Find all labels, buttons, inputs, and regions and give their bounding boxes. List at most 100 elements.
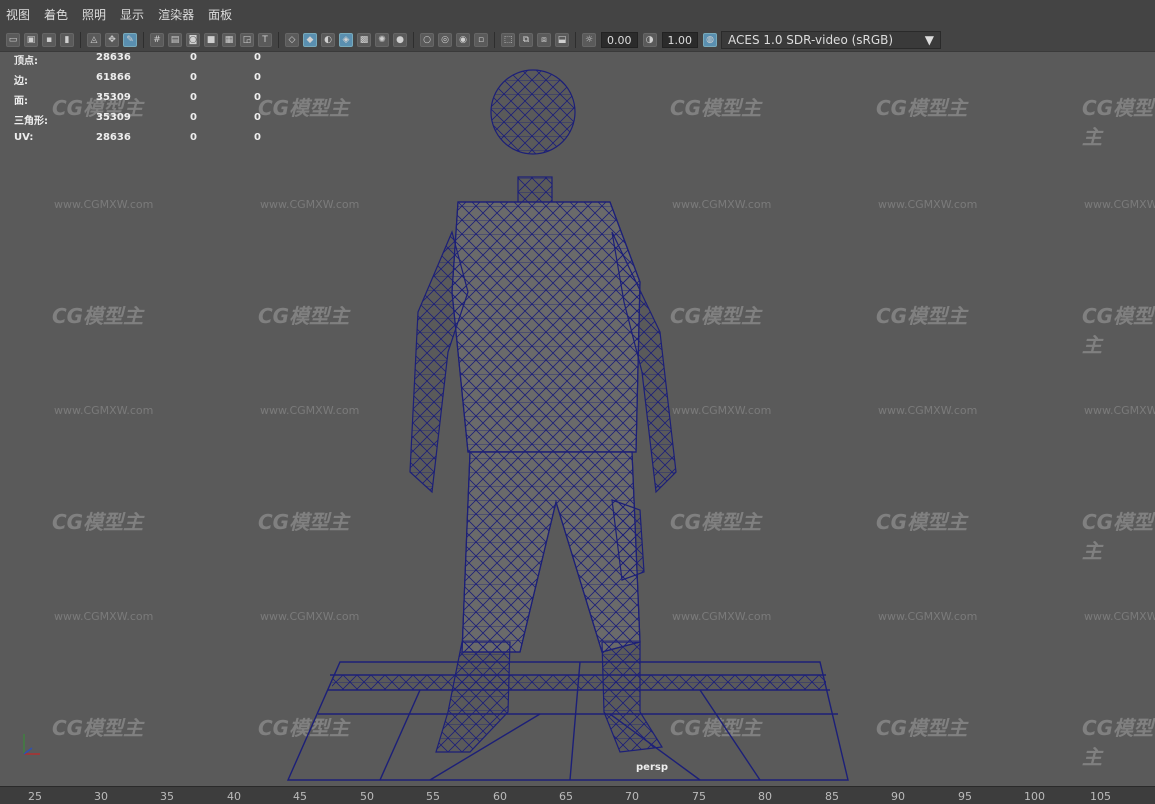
resolution-gate-icon[interactable]: ◙ <box>186 32 200 47</box>
time-ruler[interactable]: 25 30 35 40 45 50 55 60 65 70 75 80 85 9… <box>0 786 1155 804</box>
axis-gizmo-icon <box>23 734 40 755</box>
ruler-tick: 30 <box>94 790 108 803</box>
hud-value: 0 <box>190 72 197 83</box>
exposure-icon[interactable]: ☼ <box>582 32 596 47</box>
separator <box>143 31 144 48</box>
color-management-icon[interactable]: ◍ <box>703 32 717 47</box>
depth-of-field-icon[interactable]: ▫ <box>474 32 488 47</box>
menu-bar: 视图 着色 照明 显示 渲染器 面板 <box>0 0 1155 28</box>
gamma-icon[interactable]: ◑ <box>642 32 657 47</box>
camera-attributes-icon[interactable]: ▪ <box>42 32 56 47</box>
platform-grating <box>332 675 826 690</box>
grid-icon[interactable]: # <box>150 32 164 47</box>
wireframe-model[interactable] <box>0 52 1155 786</box>
hud-row-triangles: 三角形: 35309 0 0 <box>14 112 284 132</box>
menu-lighting[interactable]: 照明 <box>82 6 106 23</box>
hud-value: 0 <box>190 52 197 63</box>
hud-label: 面: <box>14 96 28 107</box>
hud-label: UV: <box>14 132 34 143</box>
hud-row-vertices: 顶点: 28636 0 0 <box>14 52 284 72</box>
perspective-viewport[interactable]: CG模型主 CG模型主 CG模型主 CG模型主 CG模型主 www.CGMXW.… <box>0 52 1155 786</box>
color-space-value: ACES 1.0 SDR-video (sRGB) <box>728 32 894 47</box>
hud-value: 0 <box>254 112 261 123</box>
separator <box>278 31 279 48</box>
ruler-tick: 80 <box>758 790 772 803</box>
gate-mask-icon[interactable]: ■ <box>204 32 218 47</box>
gamma-field[interactable]: 1.00 <box>661 31 698 48</box>
ruler-tick: 45 <box>293 790 307 803</box>
xray-joints-icon[interactable]: ⬓ <box>555 32 569 47</box>
field-chart-icon[interactable]: ▦ <box>222 32 236 47</box>
menu-renderer[interactable]: 渲染器 <box>158 6 194 23</box>
character-mesh <box>409 69 677 753</box>
motion-blur-icon[interactable]: ◎ <box>438 32 452 47</box>
ruler-tick: 85 <box>825 790 839 803</box>
hud-value: 61866 <box>96 72 131 83</box>
ambient-occlusion-icon[interactable]: ○ <box>420 32 434 47</box>
hud-value: 28636 <box>96 132 131 143</box>
ruler-tick: 35 <box>160 790 174 803</box>
wireframe-icon[interactable]: ◇ <box>285 32 299 47</box>
ruler-tick: 25 <box>28 790 42 803</box>
lights-icon[interactable]: ✺ <box>375 32 389 47</box>
menu-panels[interactable]: 面板 <box>208 6 232 23</box>
poly-count-hud: 顶点: 28636 0 0 边: 61866 0 0 面: 35309 0 0 … <box>14 52 284 152</box>
2d-pan-zoom-icon[interactable]: ✥ <box>105 32 119 47</box>
hud-label: 顶点: <box>14 56 38 67</box>
isolate-select-icon[interactable]: ⬚ <box>501 32 515 47</box>
smooth-shade-icon[interactable]: ◆ <box>303 32 317 47</box>
camera-lock-icon[interactable]: ▣ <box>24 32 38 47</box>
hud-value: 0 <box>254 92 261 103</box>
ruler-tick: 100 <box>1024 790 1045 803</box>
separator <box>413 31 414 48</box>
hud-value: 0 <box>190 112 197 123</box>
separator <box>494 31 495 48</box>
ruler-tick: 50 <box>360 790 374 803</box>
hud-row-edges: 边: 61866 0 0 <box>14 72 284 92</box>
hud-value: 0 <box>254 52 261 63</box>
hud-value: 0 <box>254 132 261 143</box>
bookmark-icon[interactable]: ▮ <box>60 32 74 47</box>
film-gate-icon[interactable]: ▤ <box>168 32 182 47</box>
ruler-tick: 90 <box>891 790 905 803</box>
hud-value: 35309 <box>96 112 131 123</box>
ruler-tick: 75 <box>692 790 706 803</box>
anti-aliasing-icon[interactable]: ◉ <box>456 32 470 47</box>
grease-pencil-icon[interactable]: ✎ <box>123 32 137 47</box>
chevron-down-icon: ▼ <box>924 32 934 47</box>
hud-label: 边: <box>14 76 28 87</box>
default-material-icon[interactable]: ◐ <box>321 32 335 47</box>
xray-active-components-icon[interactable]: ⧈ <box>537 32 551 47</box>
menu-view[interactable]: 视图 <box>6 6 30 23</box>
hud-value: 28636 <box>96 52 131 63</box>
image-plane-icon[interactable]: ◬ <box>87 32 101 47</box>
separator <box>575 31 576 48</box>
ruler-tick: 60 <box>493 790 507 803</box>
ruler-tick: 40 <box>227 790 241 803</box>
ruler-tick: 65 <box>559 790 573 803</box>
shadows-icon[interactable]: ● <box>393 32 407 47</box>
wireframe-on-shaded-icon[interactable]: ◈ <box>339 32 353 47</box>
hud-row-faces: 面: 35309 0 0 <box>14 92 284 112</box>
camera-icon[interactable]: ▭ <box>6 32 20 47</box>
ruler-tick: 105 <box>1090 790 1111 803</box>
menu-shading[interactable]: 着色 <box>44 6 68 23</box>
hud-row-uvs: UV: 28636 0 0 <box>14 132 284 152</box>
exposure-field[interactable]: 0.00 <box>601 31 638 48</box>
safe-title-icon[interactable]: T <box>258 32 272 47</box>
color-space-dropdown[interactable]: ACES 1.0 SDR-video (sRGB) ▼ <box>721 30 941 49</box>
ruler-tick: 95 <box>958 790 972 803</box>
hud-value: 0 <box>254 72 261 83</box>
safe-action-icon[interactable]: ◲ <box>240 32 254 47</box>
hud-label: 三角形: <box>14 116 48 127</box>
camera-name-label: persp <box>636 762 668 773</box>
menu-show[interactable]: 显示 <box>120 6 144 23</box>
panel-toolbar: ▭ ▣ ▪ ▮ ◬ ✥ ✎ # ▤ ◙ ■ ▦ ◲ T ◇ ◆ ◐ ◈ ▩ ✺ … <box>0 28 1155 52</box>
hud-value: 0 <box>190 92 197 103</box>
hud-value: 35309 <box>96 92 131 103</box>
textured-icon[interactable]: ▩ <box>357 32 371 47</box>
ruler-tick: 55 <box>426 790 440 803</box>
separator <box>80 31 81 48</box>
xray-icon[interactable]: ⧉ <box>519 32 533 47</box>
hud-value: 0 <box>190 132 197 143</box>
